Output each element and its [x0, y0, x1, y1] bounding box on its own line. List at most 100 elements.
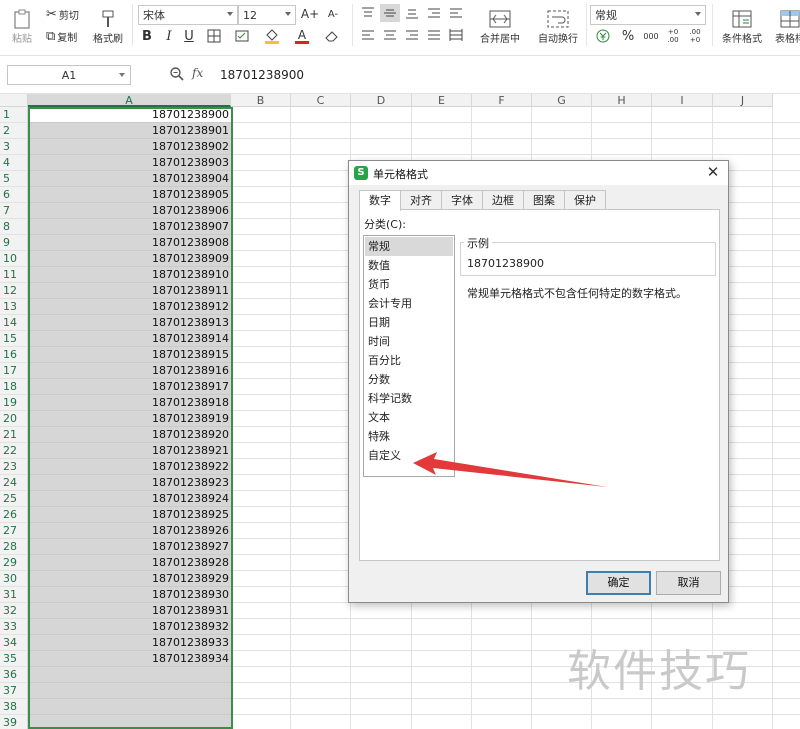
percent-button[interactable]: % [620, 27, 636, 45]
cell-a21[interactable]: 18701238920 [28, 427, 231, 443]
format-painter-button[interactable]: 格式刷 [90, 4, 126, 48]
row-header-18[interactable]: 18 [0, 379, 28, 395]
cell-a24[interactable]: 18701238923 [28, 475, 231, 491]
tab-6[interactable]: 保护 [564, 190, 606, 210]
category-item[interactable]: 常规 [365, 237, 453, 256]
copy-button[interactable]: ⧉ 复制 [46, 28, 77, 44]
row-header-37[interactable]: 37 [0, 683, 28, 699]
row-header-2[interactable]: 2 [0, 123, 28, 139]
column-header-j[interactable]: J [713, 94, 773, 107]
row-header-27[interactable]: 27 [0, 523, 28, 539]
category-item[interactable]: 自定义 [365, 446, 453, 465]
italic-button[interactable]: I [162, 28, 176, 44]
category-item[interactable]: 货币 [365, 275, 453, 294]
cell-a25[interactable]: 18701238924 [28, 491, 231, 507]
cell-a1[interactable]: 18701238900 [28, 107, 231, 123]
cell-a23[interactable]: 18701238922 [28, 459, 231, 475]
row-header-32[interactable]: 32 [0, 603, 28, 619]
column-header-h[interactable]: H [592, 94, 652, 107]
select-all-corner[interactable] [0, 94, 28, 107]
cell-a4[interactable]: 18701238903 [28, 155, 231, 171]
cut-button[interactable]: ✂ 剪切 [46, 6, 79, 22]
dialog-titlebar[interactable]: S 单元格格式 ✕ [349, 161, 728, 185]
cell-style-button[interactable] [232, 28, 252, 44]
row-header-14[interactable]: 14 [0, 315, 28, 331]
row-header-12[interactable]: 12 [0, 283, 28, 299]
row-header-34[interactable]: 34 [0, 635, 28, 651]
category-item[interactable]: 日期 [365, 313, 453, 332]
column-header-c[interactable]: C [291, 94, 351, 107]
cell-a14[interactable]: 18701238913 [28, 315, 231, 331]
tab-1[interactable]: 数字 [359, 190, 401, 211]
row-header-7[interactable]: 7 [0, 203, 28, 219]
row-header-29[interactable]: 29 [0, 555, 28, 571]
cell-a12[interactable]: 18701238911 [28, 283, 231, 299]
cell-a7[interactable]: 18701238906 [28, 203, 231, 219]
cancel-button[interactable]: 取消 [656, 571, 721, 595]
increase-decimal-button[interactable]: +0 .00 [664, 27, 682, 45]
align-top-button[interactable] [360, 6, 376, 20]
cell-a2[interactable]: 18701238901 [28, 123, 231, 139]
category-item[interactable]: 分数 [365, 370, 453, 389]
cell-a16[interactable]: 18701238915 [28, 347, 231, 363]
row-header-35[interactable]: 35 [0, 651, 28, 667]
cell-a33[interactable]: 18701238932 [28, 619, 231, 635]
column-header-a[interactable]: A [28, 94, 231, 107]
font-size-select[interactable]: 12 [238, 5, 296, 25]
column-header-g[interactable]: G [532, 94, 592, 107]
shrink-font-button[interactable]: A- [324, 5, 342, 23]
number-format-select[interactable]: 常规 [590, 5, 706, 25]
row-header-25[interactable]: 25 [0, 491, 28, 507]
justify-button[interactable] [426, 28, 442, 42]
row-header-21[interactable]: 21 [0, 427, 28, 443]
insert-function-button[interactable]: fx [192, 66, 203, 80]
row-header-38[interactable]: 38 [0, 699, 28, 715]
zoom-icon[interactable] [169, 66, 185, 85]
decrease-decimal-button[interactable]: .00 +0 [686, 27, 704, 45]
paste-button[interactable]: 粘贴 [6, 4, 38, 48]
cell-a6[interactable]: 18701238905 [28, 187, 231, 203]
row-header-15[interactable]: 15 [0, 331, 28, 347]
column-header-b[interactable]: B [231, 94, 291, 107]
row-header-16[interactable]: 16 [0, 347, 28, 363]
cell-a26[interactable]: 18701238925 [28, 507, 231, 523]
tab-4[interactable]: 边框 [482, 190, 524, 210]
bold-button[interactable]: B [140, 28, 154, 44]
row-header-28[interactable]: 28 [0, 539, 28, 555]
cell-a28[interactable]: 18701238927 [28, 539, 231, 555]
category-item[interactable]: 特殊 [365, 427, 453, 446]
row-header-6[interactable]: 6 [0, 187, 28, 203]
cell-a8[interactable]: 18701238907 [28, 219, 231, 235]
cell-a19[interactable]: 18701238918 [28, 395, 231, 411]
distributed-button[interactable] [448, 28, 464, 42]
column-header-d[interactable]: D [351, 94, 412, 107]
align-bottom-button[interactable] [404, 6, 420, 20]
row-header-1[interactable]: 1 [0, 107, 28, 123]
row-header-17[interactable]: 17 [0, 363, 28, 379]
cell-a22[interactable]: 18701238921 [28, 443, 231, 459]
row-header-13[interactable]: 13 [0, 299, 28, 315]
wrap-text-button[interactable]: 自动换行 [532, 4, 584, 48]
row-header-5[interactable]: 5 [0, 171, 28, 187]
cell-a11[interactable]: 18701238910 [28, 267, 231, 283]
cell-a38[interactable] [28, 699, 231, 715]
column-header-e[interactable]: E [412, 94, 472, 107]
row-header-30[interactable]: 30 [0, 571, 28, 587]
category-item[interactable]: 科学记数 [365, 389, 453, 408]
cell-a20[interactable]: 18701238919 [28, 411, 231, 427]
row-header-26[interactable]: 26 [0, 507, 28, 523]
grow-font-button[interactable]: A+ [301, 5, 319, 23]
category-item[interactable]: 会计专用 [365, 294, 453, 313]
cell-a9[interactable]: 18701238908 [28, 235, 231, 251]
formula-input[interactable]: 18701238900 [220, 68, 304, 82]
align-center-button[interactable] [382, 28, 398, 42]
align-middle-button[interactable] [380, 4, 400, 22]
row-header-31[interactable]: 31 [0, 587, 28, 603]
row-header-20[interactable]: 20 [0, 411, 28, 427]
cell-a3[interactable]: 18701238902 [28, 139, 231, 155]
cell-a27[interactable]: 18701238926 [28, 523, 231, 539]
cell-a29[interactable]: 18701238928 [28, 555, 231, 571]
row-header-8[interactable]: 8 [0, 219, 28, 235]
row-header-19[interactable]: 19 [0, 395, 28, 411]
cell-a5[interactable]: 18701238904 [28, 171, 231, 187]
